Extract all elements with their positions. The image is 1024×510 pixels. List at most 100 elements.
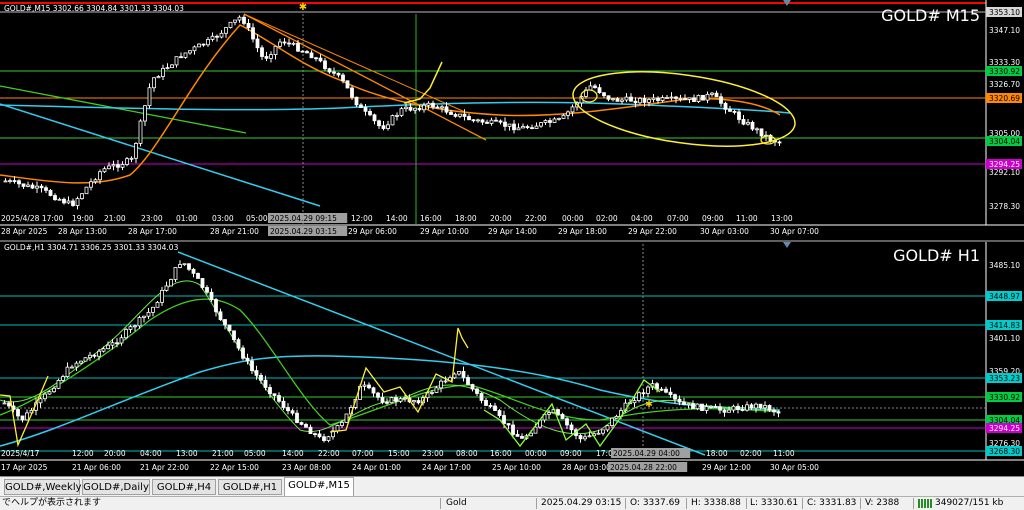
x-tick: 23 Apr 08:00 (282, 463, 331, 472)
x-tick: 05:00 (246, 214, 268, 223)
candle (66, 200, 71, 204)
candle (93, 179, 98, 183)
candle (404, 106, 408, 110)
candle (479, 393, 484, 401)
chart-area[interactable]: ✱ GOLD#,M15 3302.66 3304.84 3301.33 3304… (0, 0, 1024, 476)
x-tick: 02:00 (596, 214, 618, 223)
candle (443, 380, 448, 383)
candle (2, 402, 7, 405)
status-open: O: 3337.69 (630, 498, 681, 508)
candle (525, 126, 530, 128)
candle (251, 27, 255, 40)
candle (502, 415, 506, 424)
candle (719, 96, 723, 104)
m15-symbol-info: GOLD#,M15 3302.66 3304.84 3301.33 3304.0… (4, 4, 184, 13)
candle (314, 57, 318, 60)
candle (92, 354, 97, 357)
candle (578, 435, 583, 440)
x-tick: 29 Apr 22:00 (628, 227, 677, 236)
candle (119, 337, 124, 344)
connection-icon[interactable] (918, 499, 932, 508)
x-tick: 12:00 (72, 449, 94, 458)
x-tick: 03:00 (212, 214, 234, 223)
x-tick: 28 Apr 2025 (1, 227, 48, 236)
x-tick: 02:00 (740, 449, 762, 458)
candle (470, 384, 475, 390)
candle (170, 64, 174, 69)
x-tick: 20:00 (104, 449, 126, 458)
panel-divider[interactable] (0, 240, 1024, 242)
candle (291, 42, 296, 45)
tab-gold-weekly[interactable]: GOLD#,Weekly (4, 479, 82, 495)
x-tick: 14:00 (386, 214, 408, 223)
candle (543, 120, 548, 123)
candle (340, 422, 344, 426)
candle (695, 403, 700, 410)
candle (556, 409, 560, 415)
candle (206, 39, 210, 46)
tab-gold-h4[interactable]: GOLD#,H4 (152, 479, 216, 495)
candle (610, 417, 614, 426)
candle (272, 393, 277, 396)
star-marker-icon: ✱ (299, 2, 307, 13)
price-tag-label: 3320.69 (989, 94, 1020, 103)
x-tick: 13:00 (771, 214, 793, 223)
h1-chart-panel[interactable]: ✱ GOLD#,H1 3304.71 3306.25 3301.33 3304.… (0, 242, 1024, 476)
x-tick: 24 Apr 01:00 (352, 463, 401, 472)
candle (386, 124, 390, 129)
candle (394, 397, 398, 402)
candle (749, 404, 754, 409)
candle (390, 115, 395, 126)
candle (606, 95, 611, 100)
tab-gold-m15[interactable]: GOLD#,M15 (284, 477, 354, 496)
candle (88, 354, 92, 359)
candle (620, 99, 624, 102)
candle (161, 67, 165, 77)
candle (403, 397, 407, 400)
candle (434, 387, 439, 393)
candle (17, 180, 21, 185)
y-tick: 3278.30 (989, 202, 1020, 211)
candle (691, 403, 695, 410)
candle (777, 141, 782, 144)
candle (461, 371, 466, 378)
candle (53, 195, 57, 201)
candle (326, 436, 331, 441)
candle (710, 92, 714, 95)
candle (313, 433, 317, 435)
candle (269, 54, 273, 59)
candle (21, 183, 26, 187)
candle (704, 406, 709, 411)
tab-gold-h1[interactable]: GOLD#,H1 (218, 479, 282, 495)
candle (614, 415, 619, 419)
candle (8, 180, 12, 182)
candle (287, 42, 291, 45)
candle (548, 120, 552, 123)
candle (368, 110, 372, 116)
candle (133, 325, 137, 328)
x-tick: 2025.04.29 04:00 (613, 449, 680, 458)
candle (677, 398, 682, 403)
candle (457, 371, 461, 375)
help-text: でヘルプが表示されます (2, 498, 102, 508)
candle (458, 113, 462, 117)
candle (309, 52, 314, 59)
x-tick: 21:00 (104, 214, 126, 223)
candle (182, 263, 187, 266)
candle (530, 127, 534, 129)
status-bar: でヘルプが表示されます Gold 2025.04.29 03:15 O: 333… (0, 496, 1024, 510)
x-tick: 05:00 (244, 449, 266, 458)
candle (668, 391, 673, 396)
candle (120, 164, 125, 168)
candle (196, 272, 200, 279)
x-tick: 01:00 (176, 214, 198, 223)
candle (422, 104, 426, 111)
m15-chart-panel[interactable]: ✱ GOLD#,M15 3302.66 3304.84 3301.33 3304… (0, 0, 1024, 240)
candle (557, 117, 561, 120)
candle (647, 99, 651, 103)
candle (125, 158, 129, 165)
candle (561, 114, 566, 119)
tab-gold-daily[interactable]: GOLD#,Daily (82, 479, 150, 495)
candle (682, 401, 686, 406)
candle (642, 97, 647, 103)
